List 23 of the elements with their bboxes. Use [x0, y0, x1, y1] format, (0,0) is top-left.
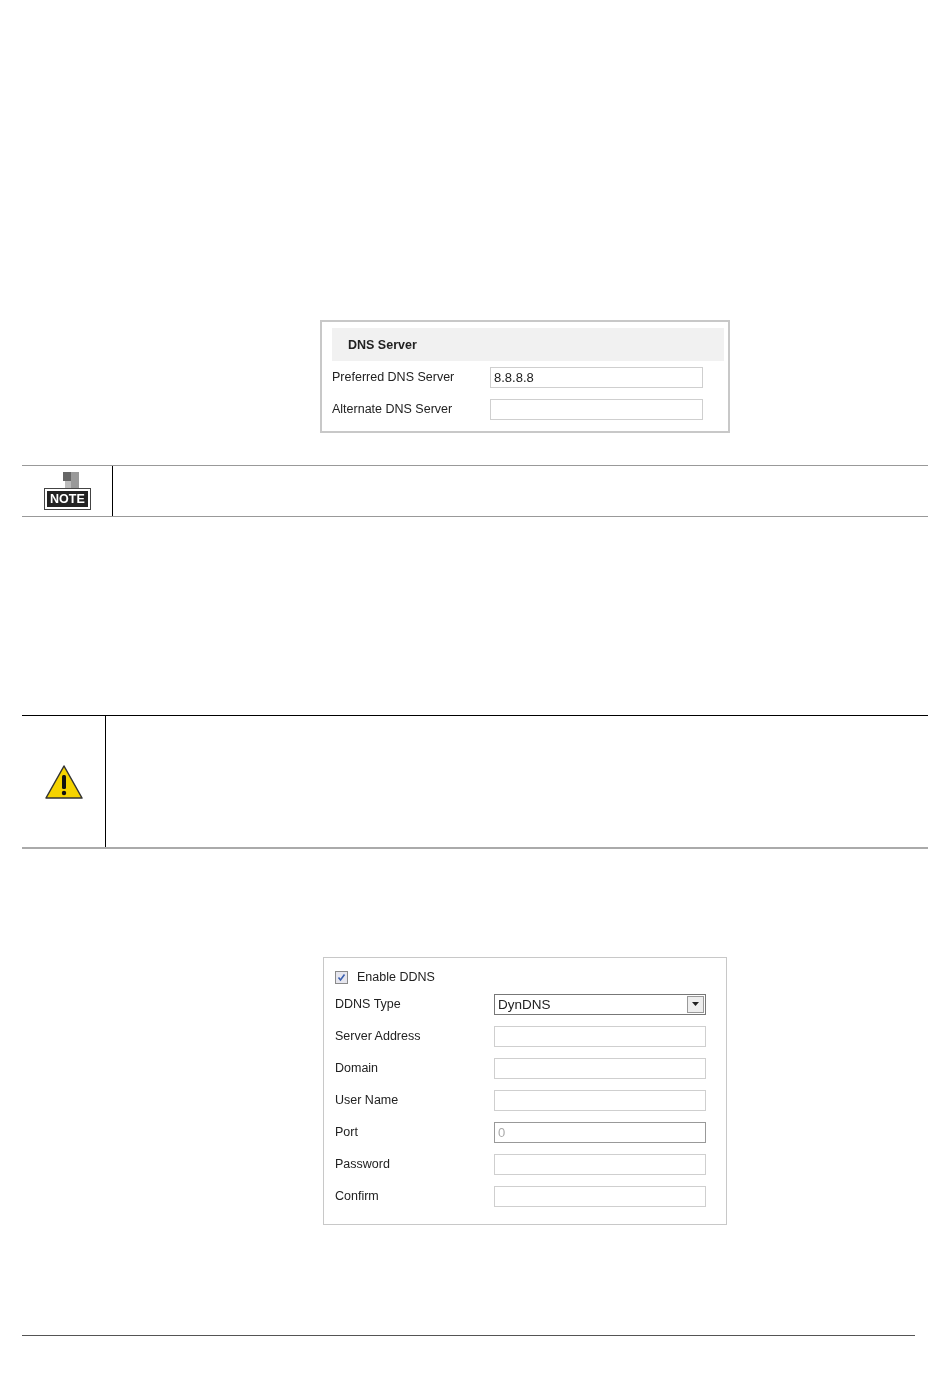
field-label: Domain	[335, 1061, 380, 1075]
field-label: User Name	[335, 1093, 400, 1107]
field-label: Alternate DNS Server	[332, 402, 454, 416]
field-label: Password	[335, 1157, 391, 1171]
enable-checkbox[interactable]	[335, 970, 348, 984]
warning-icon	[43, 763, 84, 800]
field-label: Confirm	[335, 1189, 380, 1203]
field-label: Server Address	[335, 1029, 422, 1043]
field-label: DDNS Type	[335, 997, 402, 1011]
caret-icon	[692, 1002, 699, 1006]
input-field[interactable]	[494, 1025, 706, 1047]
input-field[interactable]	[494, 1185, 706, 1207]
input-field[interactable]: 8.8.8.8	[490, 366, 703, 388]
input-field[interactable]: 0	[494, 1121, 706, 1143]
input-field[interactable]	[494, 1057, 706, 1079]
input-field[interactable]	[494, 1153, 706, 1175]
input-field[interactable]	[490, 398, 703, 420]
input-field[interactable]	[494, 1089, 706, 1111]
field-label: Preferred DNS Server	[332, 370, 456, 384]
ddns-type-select[interactable]: DynDNS	[494, 993, 706, 1015]
field-label: Port	[335, 1125, 359, 1139]
checkbox-label: Enable DDNS	[357, 970, 436, 984]
panel-title: DNS Server	[332, 328, 724, 361]
